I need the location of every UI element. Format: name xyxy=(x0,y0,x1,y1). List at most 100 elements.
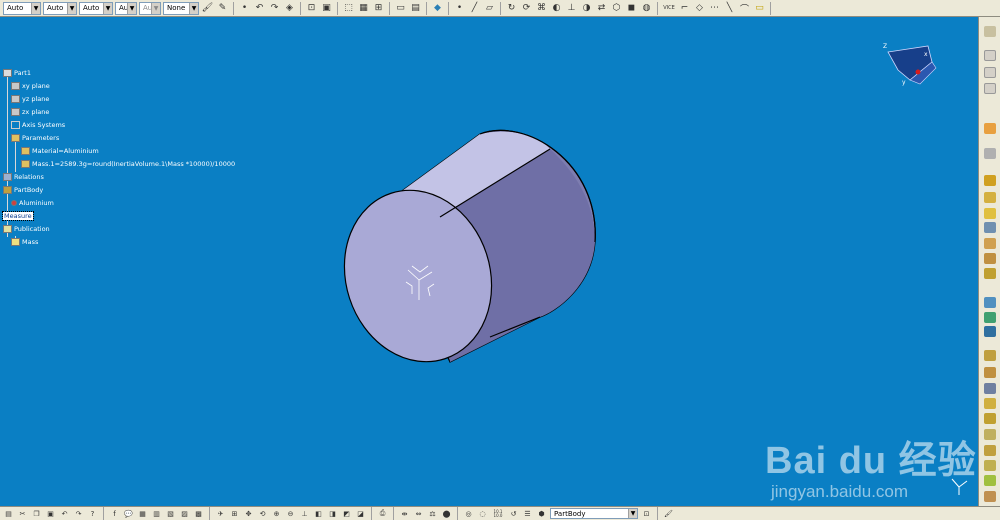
snapshot-icon[interactable]: ▣ xyxy=(320,2,333,15)
rotate-view-icon[interactable]: ⟲ xyxy=(257,509,268,519)
redo-icon[interactable]: ↷ xyxy=(73,509,84,519)
quick-view-icon[interactable]: ◧ xyxy=(313,509,324,519)
tool-icon[interactable] xyxy=(984,83,996,94)
surface-icon[interactable] xyxy=(984,491,996,502)
line-weight-combo[interactable]: Auto ▼ xyxy=(79,1,113,15)
point-icon[interactable]: • xyxy=(238,2,251,15)
line-type-combo[interactable]: Auto ▼ xyxy=(43,1,77,15)
point-type-combo[interactable]: Aut ▼ xyxy=(115,1,137,15)
catalog-icon[interactable]: ▦ xyxy=(137,509,148,519)
print-icon[interactable]: ⎙ xyxy=(377,509,388,519)
thickness-icon[interactable] xyxy=(984,367,996,378)
measure-tool-icon[interactable]: ⌐ xyxy=(678,2,691,15)
normal-view-icon[interactable]: ⊥ xyxy=(299,509,310,519)
pointer-icon[interactable] xyxy=(984,123,996,134)
eyedropper-icon[interactable]: ✎ xyxy=(216,2,229,15)
curvature-icon[interactable]: ◌ xyxy=(477,509,488,519)
shading-mode-icon[interactable]: ◨ xyxy=(327,509,338,519)
body-select-combo[interactable]: PartBody ▼ xyxy=(550,508,638,519)
arc-icon[interactable]: ⌒ xyxy=(738,2,751,15)
mirror-icon[interactable] xyxy=(984,429,996,440)
shading-icon[interactable]: ◼ xyxy=(625,2,638,15)
view-mode-icon[interactable]: ◐ xyxy=(550,2,563,15)
tool-icon[interactable] xyxy=(984,67,996,78)
rule-icon[interactable]: ▨ xyxy=(179,509,190,519)
fit-all-icon[interactable]: ⊞ xyxy=(229,509,240,519)
tree-node-mass[interactable]: Mass xyxy=(11,238,38,246)
snap-icon[interactable]: ⊞ xyxy=(372,2,385,15)
pad-icon[interactable] xyxy=(984,175,996,186)
hole-icon[interactable] xyxy=(984,253,996,264)
save-icon[interactable]: ▤ xyxy=(3,509,14,519)
dots-icon[interactable]: ⋯ xyxy=(708,2,721,15)
zoom-fit-icon[interactable]: ⊡ xyxy=(305,2,318,15)
tree-node-xy-plane[interactable]: xy plane xyxy=(11,82,50,90)
measure-inertia-icon[interactable]: ⚖ xyxy=(427,509,438,519)
tree-node-partbody[interactable]: PartBody xyxy=(3,186,43,194)
select-mode-icon[interactable]: ⬚ xyxy=(342,2,355,15)
layer-combo[interactable]: Aut ▼ xyxy=(139,1,161,15)
rib-icon[interactable] xyxy=(984,222,996,233)
comment-icon[interactable]: 💬 xyxy=(123,509,134,519)
rotate-icon[interactable] xyxy=(984,413,996,424)
zoom-out-icon[interactable]: ⊖ xyxy=(285,509,296,519)
tree-node-material-param[interactable]: Material=Aluminium xyxy=(21,147,99,155)
copy-icon[interactable]: ❐ xyxy=(31,509,42,519)
analysis-icon[interactable]: ◎ xyxy=(463,509,474,519)
dimension-icon[interactable]: ▭ xyxy=(753,2,766,15)
plane-create-icon[interactable]: ▱ xyxy=(483,2,496,15)
compass-icon[interactable]: Z x y xyxy=(880,40,940,90)
render-icon[interactable]: ◍ xyxy=(640,2,653,15)
formula-tool-icon[interactable]: f xyxy=(109,509,120,519)
draft-icon[interactable] xyxy=(984,326,996,337)
tree-node-aluminium[interactable]: Aluminium xyxy=(11,199,54,207)
shaft-icon[interactable] xyxy=(984,208,996,219)
zoom-in-icon[interactable]: ⊕ xyxy=(271,509,282,519)
paintbrush-icon[interactable]: 🖌 xyxy=(201,2,214,15)
fillet-icon[interactable] xyxy=(984,297,996,308)
material-apply-icon[interactable]: ⬤ xyxy=(441,509,452,519)
cylinder-part[interactable] xyxy=(340,122,605,372)
eraser-icon[interactable]: ◈ xyxy=(283,2,296,15)
measure-between-icon[interactable]: ⇹ xyxy=(399,509,410,519)
iso-view-icon[interactable]: ⬡ xyxy=(610,2,623,15)
loft-icon[interactable] xyxy=(984,268,996,279)
polyline-icon[interactable]: ╲ xyxy=(723,2,736,15)
chamfer-icon[interactable] xyxy=(984,312,996,323)
cut-icon[interactable]: ✂ xyxy=(17,509,28,519)
sketch-icon[interactable] xyxy=(984,148,996,159)
line-icon[interactable]: ╱ xyxy=(468,2,481,15)
boolean-icon[interactable] xyxy=(984,475,996,486)
redo-icon[interactable]: ↷ xyxy=(268,2,281,15)
paint-icon[interactable]: 🖌 xyxy=(663,509,674,519)
rotate-icon[interactable]: ↻ xyxy=(505,2,518,15)
analysis-icon[interactable]: ◇ xyxy=(693,2,706,15)
vice-label[interactable]: VICE xyxy=(662,2,676,15)
line-color-combo[interactable]: Auto ▼ xyxy=(3,1,41,15)
shape-icon[interactable]: ◆ xyxy=(431,2,444,15)
help-icon[interactable]: ? xyxy=(87,509,98,519)
pocket-icon[interactable] xyxy=(984,192,996,203)
layer-filter-combo[interactable]: None ▼ xyxy=(163,1,199,15)
normal-view-icon[interactable]: ⊥ xyxy=(565,2,578,15)
tree-node-mass-formula[interactable]: Mass.1=2589.3g=round(InertiaVolume.1\Mas… xyxy=(21,160,235,168)
design-table-icon[interactable]: ▧ xyxy=(165,509,176,519)
shell-icon[interactable] xyxy=(984,350,996,361)
grid-icon[interactable]: ▦ xyxy=(357,2,370,15)
undo-icon[interactable]: ↶ xyxy=(253,2,266,15)
construction-icon[interactable]: ▭ xyxy=(394,2,407,15)
ratio-icon[interactable]: 10.1 10.0 xyxy=(491,509,505,519)
sketch-icon[interactable]: ▤ xyxy=(409,2,422,15)
swap-space-icon[interactable]: ◪ xyxy=(355,509,366,519)
workbench-icon[interactable] xyxy=(984,26,996,37)
zoom-area-icon[interactable]: ⊡ xyxy=(641,509,652,519)
wireframe-icon[interactable]: ⬢ xyxy=(536,509,547,519)
hide-show-icon[interactable]: ◩ xyxy=(341,509,352,519)
groove-icon[interactable] xyxy=(984,238,996,249)
spin-icon[interactable]: ⟳ xyxy=(520,2,533,15)
point-create-icon[interactable]: • xyxy=(453,2,466,15)
tree-node-zx-plane[interactable]: zx plane xyxy=(11,108,49,116)
tree-node-part1[interactable]: Part1 xyxy=(3,69,31,77)
table-icon[interactable]: ▥ xyxy=(151,509,162,519)
translate-icon[interactable] xyxy=(984,398,996,409)
